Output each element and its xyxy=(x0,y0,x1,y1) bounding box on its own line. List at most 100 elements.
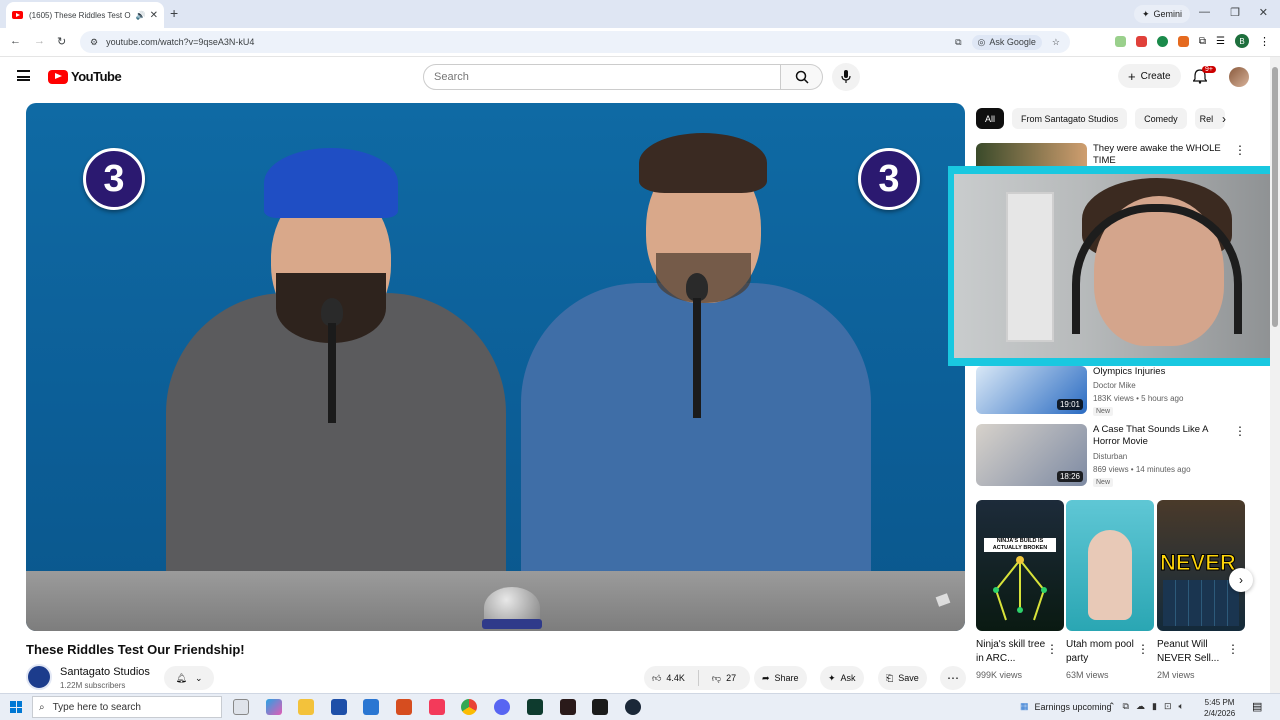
subscribed-notification-button[interactable]: 🔔︎ ⌄ xyxy=(164,666,214,690)
share-button[interactable]: ➦ Share xyxy=(754,666,807,690)
kebab-menu-icon[interactable]: ⋮ xyxy=(1046,642,1058,656)
file-explorer-icon[interactable] xyxy=(298,699,314,715)
plus-icon: + xyxy=(1128,68,1136,84)
profile-avatar[interactable]: B xyxy=(1235,34,1249,48)
hamburger-menu-icon[interactable] xyxy=(17,70,30,81)
short-title[interactable]: Peanut Will NEVER Sell... xyxy=(1157,638,1227,666)
recommendation-title[interactable]: A Case That Sounds Like A Horror Movie xyxy=(1093,424,1223,448)
recommendation-item[interactable]: 18:26 A Case That Sounds Like A Horror M… xyxy=(976,424,1246,487)
ask-button[interactable]: ✦ Ask xyxy=(820,666,864,690)
short-title[interactable]: Utah mom pool party xyxy=(1066,638,1136,666)
taskbar-clock[interactable]: 5:45 PM 2/4/2026 xyxy=(1204,697,1235,719)
battery-icon[interactable]: ▮ xyxy=(1152,701,1157,712)
extension-icon-1[interactable] xyxy=(1114,35,1126,47)
recommendation-channel[interactable]: Disturban xyxy=(1093,452,1127,461)
search-icon xyxy=(795,70,809,84)
shorts-next-button[interactable]: › xyxy=(1229,568,1253,592)
copilot-icon[interactable] xyxy=(266,699,282,715)
tray-chevron-icon[interactable]: ⌃ xyxy=(1108,701,1116,712)
kebab-menu-icon[interactable]: ⋮ xyxy=(1137,642,1149,656)
back-arrow-icon[interactable]: ← xyxy=(10,35,21,47)
install-app-icon[interactable]: ⧉ xyxy=(955,37,961,48)
extension-icon-4[interactable] xyxy=(1177,35,1189,47)
next-app-icon[interactable] xyxy=(396,699,412,715)
task-view-icon[interactable] xyxy=(233,699,249,715)
recommendation-channel[interactable]: Doctor Mike xyxy=(1093,381,1136,390)
chip-comedy[interactable]: Comedy xyxy=(1135,108,1187,129)
music-app-icon[interactable] xyxy=(429,699,445,715)
tray-onedrive-icon[interactable]: ☁ xyxy=(1136,701,1145,712)
recommendation-title[interactable]: Olympics Injuries xyxy=(1093,366,1223,378)
reload-icon[interactable]: ↻ xyxy=(57,35,66,48)
tray-app-icon[interactable]: ⧉ xyxy=(1123,701,1129,712)
tab-search-icon[interactable]: ☰ xyxy=(1216,36,1225,47)
kebab-menu-icon[interactable]: ⋮ xyxy=(1234,143,1246,157)
search-button[interactable] xyxy=(781,64,823,90)
video-thumbnail[interactable]: 18:26 xyxy=(976,424,1087,486)
dislike-button[interactable]: 👎︎ 27 xyxy=(704,666,744,690)
youtube-logo[interactable]: YouTube xyxy=(48,69,122,84)
address-bar[interactable]: ⚙ youtube.com/watch?v=9qseA3N-kU4 ⧉ ◎ As… xyxy=(80,31,1070,53)
forward-arrow-icon[interactable]: → xyxy=(34,35,45,47)
blue-cap xyxy=(264,148,398,218)
kebab-menu-icon[interactable]: ⋮ xyxy=(1234,424,1246,438)
chip-from-channel[interactable]: From Santagato Studios xyxy=(1012,108,1128,129)
windows-start-icon[interactable] xyxy=(10,701,22,713)
network-icon[interactable]: ⊡ xyxy=(1164,701,1172,712)
short-thumbnail[interactable]: NINJA'S BUILD IS ACTUALLY BROKEN xyxy=(976,500,1064,631)
extension-icon-3[interactable] xyxy=(1156,35,1168,47)
save-button[interactable]: ⎗ Save xyxy=(878,666,927,690)
ask-google-button[interactable]: ◎ Ask Google xyxy=(971,34,1042,50)
channel-name[interactable]: Santagato Studios xyxy=(60,666,150,678)
browser-tab[interactable]: (1605) These Riddles Test O 🔊 ✕ xyxy=(6,2,164,28)
minimize-button[interactable]: — xyxy=(1199,6,1210,18)
recommendation-title[interactable]: They were awake the WHOLE TIME xyxy=(1093,143,1223,167)
speaker-icon[interactable]: 🔊 xyxy=(136,11,146,20)
app-icon[interactable] xyxy=(527,699,543,715)
account-avatar[interactable] xyxy=(1229,67,1249,87)
url-text[interactable]: youtube.com/watch?v=9qseA3N-kU4 xyxy=(106,37,955,47)
scrollbar-thumb[interactable] xyxy=(1272,67,1278,327)
browser-menu-icon[interactable]: ⋮ xyxy=(1259,35,1270,48)
short-thumbnail[interactable]: NEVER xyxy=(1157,500,1245,631)
steam-icon[interactable] xyxy=(625,699,641,715)
tab-close-icon[interactable]: ✕ xyxy=(150,10,158,21)
create-button[interactable]: + Create xyxy=(1118,64,1181,88)
discord-icon[interactable] xyxy=(494,699,510,715)
chevron-right-icon[interactable]: › xyxy=(1222,112,1226,126)
taskbar-news-widget[interactable]: ▦ Earnings upcoming xyxy=(1020,701,1112,712)
short-thumbnail[interactable] xyxy=(1066,500,1154,631)
bookmark-star-icon[interactable]: ☆ xyxy=(1052,37,1060,48)
chip-all[interactable]: All xyxy=(976,108,1005,129)
recommendation-meta: 183K views • 5 hours ago xyxy=(1093,394,1184,403)
close-window-button[interactable]: ✕ xyxy=(1259,6,1268,19)
taskbar-search[interactable]: ⌕ Type here to search xyxy=(32,696,222,718)
short-title[interactable]: Ninja's skill tree in ARC... xyxy=(976,638,1046,666)
like-button[interactable]: 👍︎ 4.4K xyxy=(644,666,693,690)
notification-center-icon[interactable]: ▤ xyxy=(1252,700,1262,713)
kebab-menu-icon[interactable]: ⋮ xyxy=(1227,642,1239,656)
video-player[interactable]: 3 3 xyxy=(26,103,965,631)
volume-icon[interactable]: 🔈︎ xyxy=(1178,701,1183,712)
search-input[interactable] xyxy=(423,64,781,90)
outlook-icon[interactable] xyxy=(363,699,379,715)
recommendation-item[interactable]: 19:01 Olympics Injuries Doctor Mike 183K… xyxy=(976,366,1246,416)
riot-icon[interactable] xyxy=(560,699,576,715)
site-info-icon[interactable]: ⚙ xyxy=(90,37,98,48)
store-icon[interactable] xyxy=(331,699,347,715)
puzzle-extensions-icon[interactable]: ⧉ xyxy=(1199,36,1206,47)
restore-button[interactable]: ❐ xyxy=(1230,6,1240,19)
chip-related[interactable]: Rel xyxy=(1194,108,1225,129)
epic-games-icon[interactable] xyxy=(592,699,608,715)
channel-avatar[interactable] xyxy=(26,664,52,690)
chrome-icon[interactable] xyxy=(461,699,477,715)
extension-icon-2[interactable] xyxy=(1135,35,1147,47)
gemini-button[interactable]: ✦ Gemini xyxy=(1133,5,1190,23)
page-scrollbar[interactable] xyxy=(1270,57,1280,693)
voice-search-button[interactable] xyxy=(832,63,860,91)
new-tab-button[interactable]: + xyxy=(170,5,178,21)
like-dislike-group: 👍︎ 4.4K 👎︎ 27 xyxy=(644,666,750,690)
video-thumbnail[interactable]: 19:01 xyxy=(976,366,1087,414)
inventory-grid xyxy=(1163,580,1239,626)
more-actions-button[interactable]: ⋯ xyxy=(940,666,966,690)
